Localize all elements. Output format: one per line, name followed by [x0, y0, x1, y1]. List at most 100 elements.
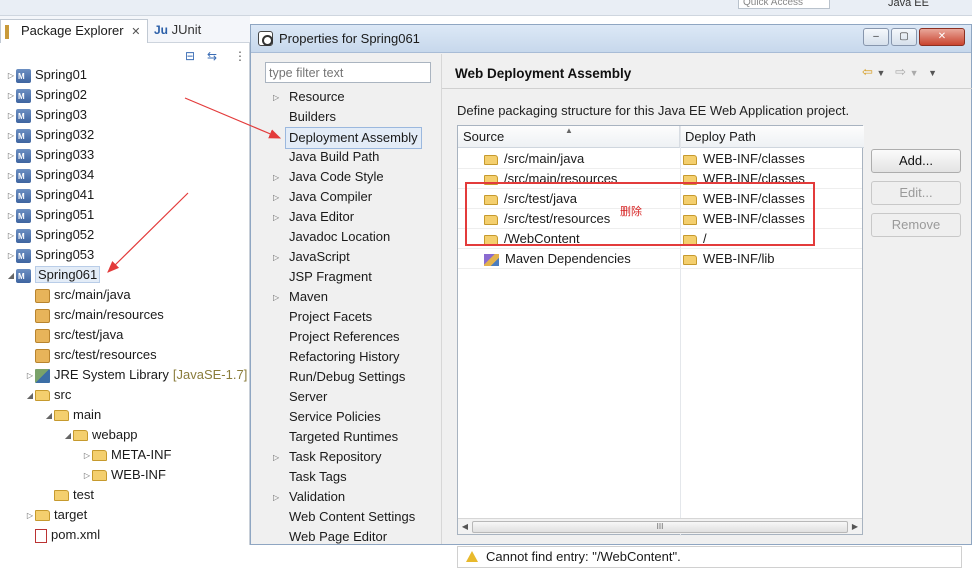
tree-item[interactable]: ▷ JRE System Library [JavaSE-1.7] [25, 365, 247, 385]
scroll-left-icon[interactable]: ◀ [459, 521, 471, 533]
column-header-source[interactable]: ▲ Source [458, 126, 680, 148]
expanded-arrow-icon[interactable]: ◢ [25, 386, 35, 406]
perspective-switcher[interactable]: Java EE [848, 0, 972, 10]
project-icon [16, 87, 31, 107]
nav-item-label: Web Page Editor [289, 529, 388, 544]
table-row[interactable]: /WebContent / [458, 229, 862, 249]
remove-button[interactable]: Remove [871, 213, 961, 237]
nav-item[interactable]: ▷ Java Compiler [265, 187, 372, 208]
scroll-thumb[interactable]: III [472, 521, 848, 533]
collapsed-arrow-icon[interactable]: ▷ [25, 366, 35, 386]
tree-item[interactable]: ▷ Spring02 [6, 85, 87, 107]
collapsed-arrow-icon[interactable]: ▷ [273, 448, 283, 468]
collapse-all-icon[interactable]: ⊟ [182, 48, 198, 64]
nav-item[interactable]: ▷ Java Code Style [265, 167, 384, 188]
tree-item[interactable]: src/test/java [25, 325, 123, 345]
filter-input[interactable] [265, 62, 431, 83]
tree-item[interactable]: src/test/resources [25, 345, 157, 365]
collapsed-arrow-icon[interactable]: ▷ [273, 168, 283, 188]
collapsed-arrow-icon[interactable]: ▷ [82, 466, 92, 486]
expanded-arrow-icon[interactable]: ◢ [63, 426, 73, 446]
explorer-tab-bar: Package Explorer ✕ Ju JUnit [0, 16, 250, 43]
quick-access-field[interactable]: Quick Access [738, 0, 830, 9]
tree-item[interactable]: ◢ Spring061 [6, 265, 101, 287]
collapsed-arrow-icon[interactable]: ▷ [273, 188, 283, 208]
expanded-arrow-icon[interactable]: ◢ [44, 406, 54, 426]
nav-item[interactable]: ▷ JavaScript [265, 247, 350, 268]
add-button[interactable]: Add... [871, 149, 961, 173]
chevron-down-icon[interactable]: ▼ [877, 68, 886, 78]
collapsed-arrow-icon[interactable]: ▷ [6, 126, 16, 146]
collapsed-arrow-icon[interactable]: ▷ [25, 506, 35, 526]
collapsed-arrow-icon[interactable]: ▷ [6, 86, 16, 106]
tree-item[interactable]: ▷ Spring052 [6, 225, 94, 247]
collapsed-arrow-icon[interactable]: ▷ [273, 488, 283, 508]
table-row[interactable]: /src/test/java WEB-INF/classes [458, 189, 862, 209]
collapsed-arrow-icon[interactable]: ▷ [6, 186, 16, 206]
view-menu-icon[interactable]: ▼ [928, 68, 937, 78]
tree-item[interactable]: pom.xml [25, 525, 100, 545]
expanded-arrow-icon[interactable]: ◢ [6, 266, 16, 286]
nav-item[interactable]: ▷ Validation [265, 487, 345, 508]
chevron-down-icon[interactable]: ▼ [910, 68, 919, 78]
tree-item[interactable]: src/main/java [25, 285, 131, 305]
maximize-button[interactable]: ▢ [891, 28, 917, 46]
close-icon[interactable]: ✕ [131, 26, 140, 38]
collapsed-arrow-icon[interactable]: ▷ [273, 88, 283, 108]
collapsed-arrow-icon[interactable]: ▷ [6, 166, 16, 186]
tree-item[interactable]: ▷ META-INF [82, 445, 172, 466]
nav-item[interactable]: ▷ Maven [265, 287, 328, 308]
deploy-path-cell: WEB-INF/lib [683, 249, 775, 269]
minimize-button[interactable]: ‒ [863, 28, 889, 46]
close-button[interactable]: ✕ [919, 28, 965, 46]
tree-item[interactable]: ▷ Spring053 [6, 245, 94, 267]
tree-item[interactable]: ▷ Spring01 [6, 65, 87, 87]
edit-button[interactable]: Edit... [871, 181, 961, 205]
collapsed-arrow-icon[interactable]: ▷ [273, 248, 283, 268]
nav-item[interactable]: ▷ Task Repository [265, 447, 381, 468]
table-row[interactable]: Maven Dependencies WEB-INF/lib [458, 249, 862, 269]
tree-item[interactable]: ◢ main [44, 405, 101, 425]
nav-item[interactable]: ▷ Java Editor [265, 207, 354, 228]
horizontal-scrollbar[interactable]: ◀ III ▶ [458, 518, 862, 534]
tree-item[interactable]: ◢ src [25, 385, 71, 405]
tree-item-label: main [73, 407, 102, 422]
collapsed-arrow-icon[interactable]: ▷ [6, 146, 16, 166]
project-icon [16, 147, 31, 167]
collapsed-arrow-icon[interactable]: ▷ [6, 226, 16, 246]
tree-item[interactable]: ▷ Spring051 [6, 205, 94, 227]
tree-item[interactable]: ▷ Spring032 [6, 125, 94, 147]
collapsed-arrow-icon[interactable]: ▷ [273, 288, 283, 308]
tree-item[interactable]: ▷ Spring041 [6, 185, 94, 207]
collapsed-arrow-icon[interactable]: ▷ [82, 446, 92, 466]
table-row[interactable]: /src/main/resources WEB-INF/classes [458, 169, 862, 189]
nav-item[interactable]: ▷ Resource [265, 87, 345, 108]
tree-item[interactable]: ▷ target [25, 505, 87, 525]
collapsed-arrow-icon[interactable]: ▷ [6, 246, 16, 266]
tree-item-label: src/test/resources [54, 347, 157, 362]
scroll-right-icon[interactable]: ▶ [849, 521, 861, 533]
tree-item[interactable]: ▷ Spring033 [6, 145, 94, 167]
column-header-deploy-path[interactable]: Deploy Path [680, 126, 864, 148]
view-menu-icon[interactable]: ⋮ [232, 48, 248, 64]
collapsed-arrow-icon[interactable]: ▷ [6, 106, 16, 126]
link-with-editor-icon[interactable]: ⇆ [204, 48, 220, 64]
tree-item[interactable]: ▷ Spring034 [6, 165, 94, 187]
folder-icon [92, 450, 107, 462]
collapsed-arrow-icon[interactable]: ▷ [273, 208, 283, 228]
table-row[interactable]: /src/main/java WEB-INF/classes [458, 149, 862, 169]
tree-item[interactable]: ◢ webapp [63, 425, 138, 445]
forward-arrow-icon[interactable]: ⇨ [895, 64, 906, 79]
tab-junit[interactable]: Ju JUnit [150, 19, 210, 43]
collapsed-arrow-icon[interactable]: ▷ [6, 66, 16, 86]
source-cell: /src/test/java [484, 189, 577, 209]
dialog-title-bar[interactable]: Properties for Spring061 ‒ ▢ ✕ [251, 25, 971, 53]
back-arrow-icon[interactable]: ⇦ [862, 64, 873, 79]
tree-item[interactable]: ▷ Spring03 [6, 105, 87, 127]
tree-item[interactable]: test [44, 485, 94, 505]
tree-item[interactable]: src/main/resources [25, 305, 164, 325]
tree-item[interactable]: ▷ WEB-INF [82, 465, 166, 485]
collapsed-arrow-icon[interactable]: ▷ [6, 206, 16, 226]
table-row[interactable]: /src/test/resources WEB-INF/classes [458, 209, 862, 229]
tab-package-explorer[interactable]: Package Explorer ✕ [0, 19, 148, 43]
